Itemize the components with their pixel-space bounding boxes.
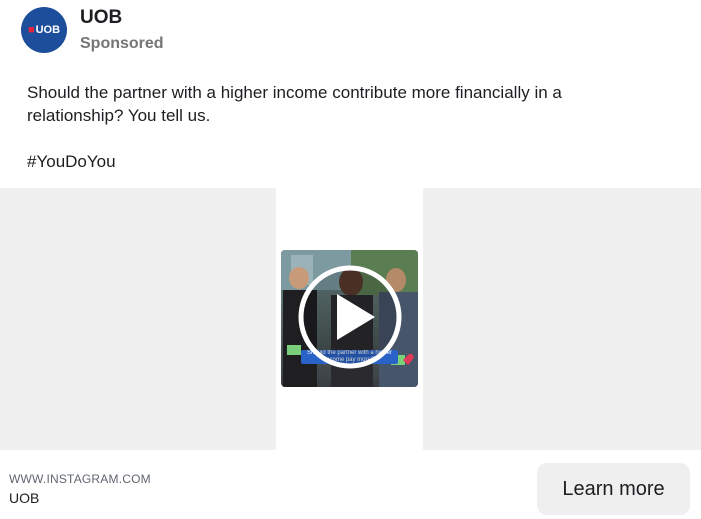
post-header: ■ UOB UOB Sponsored — [21, 7, 164, 54]
hashtag-link[interactable]: #YouDoYou — [27, 150, 647, 173]
post-caption: Should the partner with a higher income … — [27, 81, 647, 173]
media-padding-right — [423, 188, 701, 450]
sponsored-label: Sponsored — [80, 35, 164, 52]
caption-text: Should the partner with a higher income … — [27, 83, 562, 125]
post-footer[interactable]: WWW.INSTAGRAM.COM UOB Learn more — [0, 450, 701, 519]
link-domain: WWW.INSTAGRAM.COM — [9, 472, 151, 486]
video-thumbnail[interactable]: Should the partner with a higher income … — [281, 250, 418, 387]
media-padding-left — [0, 188, 276, 450]
avatar-text: UOB — [35, 24, 61, 36]
link-title: UOB — [9, 490, 40, 506]
sponsored-post: ■ UOB UOB Sponsored Should the partner w… — [0, 0, 701, 519]
page-name[interactable]: UOB — [80, 7, 164, 29]
avatar[interactable]: ■ UOB — [21, 7, 67, 53]
header-text: UOB Sponsored — [80, 7, 164, 54]
learn-more-button[interactable]: Learn more — [537, 463, 690, 515]
uob-logo-icon: ■ — [27, 24, 35, 36]
play-icon[interactable] — [297, 264, 403, 370]
media-area: Should the partner with a higher income … — [0, 188, 701, 450]
